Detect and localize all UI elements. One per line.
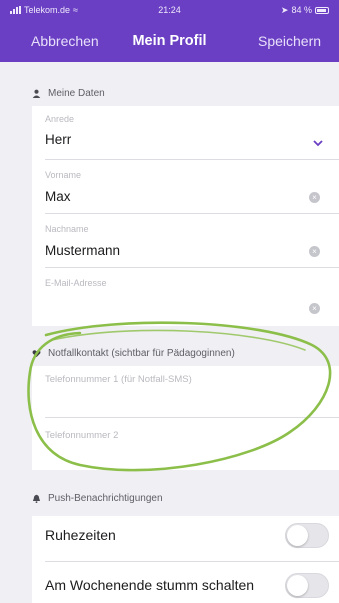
tel2-placeholder[interactable]: Telefonnummer 2	[45, 430, 118, 441]
carrier-name: Telekom.de	[24, 5, 71, 15]
nachname-value[interactable]: Mustermann	[45, 243, 120, 258]
anrede-label: Anrede	[45, 114, 75, 124]
battery-info: ➤ 84 %	[223, 5, 329, 16]
wochenende-row: Am Wochenende stumm schalten	[32, 566, 339, 603]
section-title: Notfallkontakt (sichtbar für Pädagoginne…	[48, 347, 235, 359]
carrier-info: Telekom.de ≈	[10, 5, 116, 15]
wifi-icon: ≈	[73, 5, 78, 15]
anrede-field[interactable]: Anrede Herr	[32, 106, 339, 160]
person-icon	[32, 89, 41, 98]
save-button[interactable]: Speichern	[258, 33, 321, 49]
section-header-notfallkontakt: Notfallkontakt (sichtbar für Pädagoginne…	[0, 340, 339, 366]
ruhezeiten-row: Ruhezeiten	[32, 516, 339, 562]
notfallkontakt-card: Telefonnummer 1 (für Notfall-SMS) Telefo…	[32, 366, 339, 470]
meine-daten-card: Anrede Herr Vorname Max × Nachname Muste…	[32, 106, 339, 326]
vorname-value[interactable]: Max	[45, 189, 71, 204]
anrede-value[interactable]: Herr	[45, 132, 71, 147]
email-label: E-Mail-Adresse	[45, 278, 107, 288]
location-icon: ➤	[280, 4, 289, 15]
clear-icon[interactable]: ×	[309, 192, 320, 203]
ruhezeiten-toggle[interactable]	[285, 523, 329, 548]
clear-icon[interactable]: ×	[309, 303, 320, 314]
status-bar: Telekom.de ≈ 21:24 ➤ 84 %	[0, 0, 339, 20]
tel1-placeholder[interactable]: Telefonnummer 1 (für Notfall-SMS)	[45, 374, 192, 385]
clear-icon[interactable]: ×	[309, 246, 320, 257]
battery-icon	[314, 6, 329, 14]
battery-percent: 84 %	[291, 5, 312, 15]
section-header-meine-daten: Meine Daten	[0, 80, 339, 106]
clock: 21:24	[158, 5, 181, 15]
vorname-label: Vorname	[45, 170, 82, 180]
tel2-field[interactable]: Telefonnummer 2	[32, 418, 339, 470]
wochenende-label: Am Wochenende stumm schalten	[45, 577, 255, 593]
bell-icon	[32, 494, 41, 503]
push-card: Ruhezeiten Am Wochenende stumm schalten	[32, 516, 339, 603]
heart-icon	[32, 349, 41, 357]
signal-icon	[10, 6, 21, 14]
nachname-label: Nachname	[45, 224, 89, 234]
section-header-push: Push-Benachrichtigungen	[0, 485, 339, 511]
section-title: Meine Daten	[48, 87, 105, 99]
ruhezeiten-label: Ruhezeiten	[45, 527, 116, 543]
chevron-down-icon[interactable]	[313, 138, 323, 148]
section-title: Push-Benachrichtigungen	[48, 492, 163, 504]
vorname-field[interactable]: Vorname Max ×	[32, 160, 339, 214]
tel1-field[interactable]: Telefonnummer 1 (für Notfall-SMS)	[32, 366, 339, 418]
email-field[interactable]: E-Mail-Adresse ×	[32, 268, 339, 326]
wochenende-toggle[interactable]	[285, 573, 329, 598]
nachname-field[interactable]: Nachname Mustermann ×	[32, 214, 339, 268]
nav-bar: Abbrechen Mein Profil Speichern	[0, 20, 339, 62]
